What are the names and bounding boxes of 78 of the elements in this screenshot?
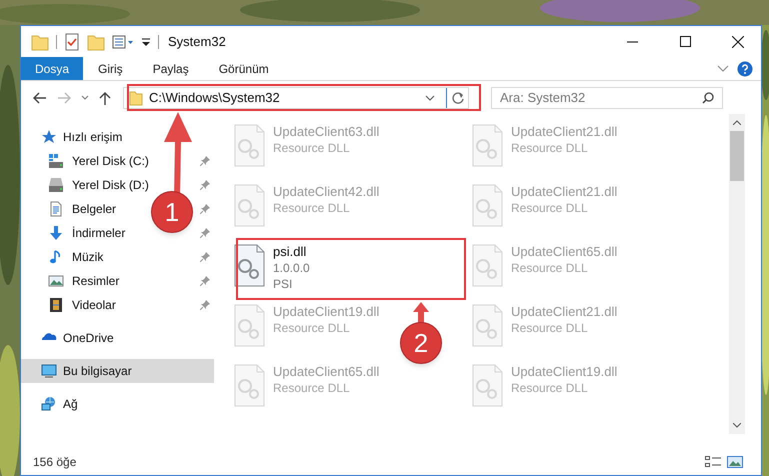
sidebar-item[interactable]: Yerel Disk (D:) bbox=[72, 176, 149, 194]
download-arrow-icon bbox=[48, 225, 64, 241]
address-field[interactable]: C:\Windows\System32 bbox=[123, 86, 469, 108]
folder-icon bbox=[129, 90, 143, 106]
file-detail: Resource DLL bbox=[511, 320, 589, 336]
sidebar-item[interactable]: Hızlı erişim bbox=[21, 125, 214, 149]
sidebar-item[interactable]: Bu bilgisayar bbox=[21, 359, 214, 383]
details-view-icon[interactable] bbox=[705, 456, 721, 468]
annotation-arrow bbox=[413, 302, 429, 324]
pin-icon[interactable] bbox=[200, 276, 210, 286]
search-icon bbox=[702, 92, 714, 104]
close-icon bbox=[732, 36, 744, 48]
pin-icon[interactable] bbox=[200, 180, 210, 190]
file-detail: 1.0.0.0 bbox=[273, 260, 310, 276]
maximize-icon bbox=[680, 36, 690, 47]
sidebar-item[interactable]: Müzik bbox=[72, 248, 104, 266]
recent-locations-icon[interactable] bbox=[81, 94, 89, 100]
properties-icon[interactable] bbox=[112, 34, 134, 50]
pin-icon[interactable] bbox=[200, 252, 210, 262]
file-detail: PSI bbox=[273, 276, 294, 292]
file-detail: Resource DLL bbox=[273, 200, 351, 216]
scrollbar-thumb[interactable] bbox=[730, 131, 744, 181]
file-detail: Resource DLL bbox=[511, 140, 589, 156]
sidebar-item[interactable]: Yerel Disk (C:) bbox=[72, 152, 149, 170]
scroll-up-icon[interactable] bbox=[733, 120, 741, 125]
forward-icon[interactable] bbox=[57, 92, 71, 104]
chevron-down-icon[interactable] bbox=[717, 64, 729, 72]
network-icon bbox=[41, 396, 57, 412]
picture-icon bbox=[48, 273, 64, 289]
dropdown-icon[interactable] bbox=[141, 36, 151, 48]
up-icon[interactable] bbox=[99, 90, 111, 104]
window-title: System32 bbox=[168, 32, 226, 51]
pin-icon[interactable] bbox=[200, 300, 210, 310]
film-icon bbox=[48, 297, 64, 313]
file-detail: Resource DLL bbox=[511, 380, 589, 396]
star-icon bbox=[41, 129, 57, 145]
file-detail: Resource DLL bbox=[511, 200, 589, 216]
help-icon[interactable] bbox=[737, 60, 753, 76]
sidebar-label: Ağ bbox=[63, 396, 78, 413]
search-placeholder: Ara: System32 bbox=[500, 88, 586, 107]
pin-icon[interactable] bbox=[200, 228, 210, 238]
ribbon-tab[interactable]: Paylaş bbox=[138, 57, 204, 80]
large-icons-view-icon[interactable] bbox=[727, 456, 743, 468]
drive-icon bbox=[48, 153, 64, 169]
sidebar-item[interactable]: Belgeler bbox=[72, 200, 116, 218]
address-path: C:\Windows\System32 bbox=[149, 88, 280, 107]
back-icon[interactable] bbox=[33, 92, 47, 104]
sidebar-label: OneDrive bbox=[63, 330, 114, 347]
document-icon bbox=[48, 201, 64, 217]
monitor-icon bbox=[41, 363, 57, 379]
refresh-icon bbox=[452, 92, 464, 104]
sidebar-item[interactable]: Videolar bbox=[72, 296, 116, 314]
ribbon-tab[interactable]: Görünüm bbox=[204, 57, 284, 80]
sidebar-label: Hızlı erişim bbox=[63, 129, 122, 146]
file-detail: Resource DLL bbox=[273, 140, 351, 156]
dll-file-icon[interactable] bbox=[234, 244, 265, 287]
file-detail: Resource DLL bbox=[511, 260, 589, 276]
scrollbar[interactable] bbox=[729, 114, 745, 434]
search-field[interactable]: Ara: System32 bbox=[491, 86, 723, 108]
item-count: 156 öğe bbox=[33, 454, 76, 471]
drive-icon bbox=[48, 177, 64, 193]
sidebar-item[interactable]: OneDrive bbox=[21, 326, 214, 350]
file-detail: Resource DLL bbox=[273, 380, 351, 396]
checklist-icon[interactable] bbox=[64, 32, 80, 50]
file-detail: Resource DLL bbox=[273, 320, 351, 336]
sidebar-item[interactable]: Ağ bbox=[21, 392, 214, 416]
folder-icon[interactable] bbox=[31, 32, 49, 50]
ribbon-tab[interactable]: Giriş bbox=[83, 57, 138, 80]
scroll-down-icon[interactable] bbox=[733, 423, 741, 428]
ribbon-tab[interactable]: Dosya bbox=[21, 57, 84, 80]
pin-icon[interactable] bbox=[200, 204, 210, 214]
sidebar-label: Bu bilgisayar bbox=[63, 363, 132, 380]
chevron-down-icon[interactable] bbox=[425, 94, 435, 100]
folder-icon[interactable] bbox=[87, 32, 105, 50]
pin-icon[interactable] bbox=[200, 156, 210, 166]
sidebar-item[interactable]: İndirmeler bbox=[72, 224, 126, 242]
file-name[interactable]: psi.dll bbox=[273, 244, 310, 260]
sidebar-item[interactable]: Resimler bbox=[72, 272, 120, 290]
